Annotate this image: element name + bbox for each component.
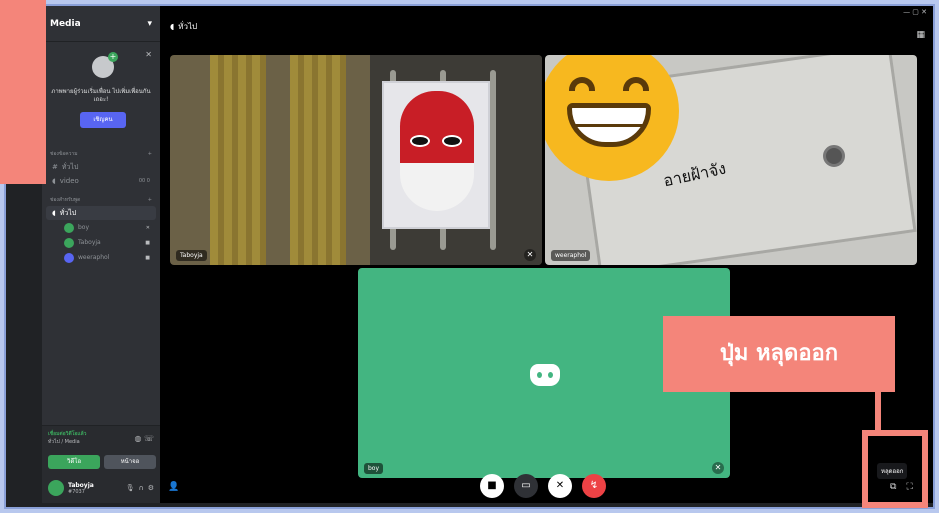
user-controls: 🎙 ∩ ⚙ — [126, 484, 154, 492]
emoji-eye — [623, 77, 649, 91]
discord-logo-icon — [530, 364, 560, 386]
video-button[interactable]: วิดีโอ — [48, 455, 100, 469]
grid-layout-icon[interactable]: ▦ — [916, 30, 925, 40]
channel-text-general[interactable]: # ทั่วไป — [42, 160, 160, 174]
close-icon[interactable]: ✕ — [145, 50, 152, 59]
channel-voice-video[interactable]: ◖ video 00 0 — [42, 174, 160, 188]
speaker-icon: ◖ — [52, 209, 56, 217]
screen-share-icon: ▭ — [521, 480, 531, 491]
leave-call-icon: ↯ — [589, 480, 599, 491]
call-controls: ■ ▭ ✕ ↯ — [160, 472, 933, 502]
annotation-highlight — [862, 430, 928, 508]
category-label: ช่องสำหรับพูด — [50, 197, 81, 203]
username: Taboyja — [68, 481, 94, 489]
user-limit-badge: 00 0 — [138, 178, 150, 184]
emoji-mouth — [567, 103, 651, 147]
logo-eye — [537, 372, 542, 378]
server-name: Media — [50, 18, 81, 29]
server-header[interactable]: Media ▾ — [42, 6, 160, 42]
invite-card: ✕ + ภาพพายผู้ร่วมเริ่มเพื่อน ไปเพิ่มเพื่… — [42, 42, 160, 142]
hash-icon: # — [52, 163, 58, 171]
channel-header: ◖ ทั่วไป — [160, 6, 933, 46]
gear-icon[interactable]: ⚙ — [148, 484, 154, 492]
member-name: boy — [78, 224, 90, 231]
mask-eye — [442, 135, 462, 147]
speaker-icon: ◖ — [52, 177, 56, 185]
screen-share-button[interactable]: หน้าจอ — [104, 455, 156, 469]
mic-off-icon: ✕ — [555, 480, 565, 491]
invite-button[interactable]: เชิญคน — [80, 112, 126, 128]
category-voice-channels[interactable]: ช่องสำหรับพูด + — [42, 194, 160, 206]
voice-member[interactable]: weeraphol ■ — [42, 250, 160, 265]
curtain — [210, 55, 266, 265]
disconnect-icon[interactable]: ◍ ☏ — [134, 434, 154, 443]
avatar — [64, 222, 74, 233]
channel-label: ทั่วไป — [59, 208, 77, 217]
chevron-down-icon: ▾ — [147, 18, 152, 29]
channel-label: video — [59, 177, 79, 185]
mute-button[interactable]: ✕ — [548, 474, 572, 498]
grille-bar — [490, 70, 496, 250]
mic-off-icon: ✕ — [524, 249, 536, 261]
video-tile-weeraphol[interactable]: อายฝ้าจัง weeraphol — [545, 55, 917, 265]
mic-off-icon: ✕ — [145, 224, 150, 231]
video-tile-taboyja[interactable]: Taboyja ✕ — [170, 55, 542, 265]
add-channel-icon[interactable]: + — [148, 151, 152, 157]
camera-button[interactable]: ■ — [480, 474, 504, 498]
emoji-eye — [569, 77, 595, 91]
avatar — [64, 252, 74, 263]
category-text-channels[interactable]: ช่องข้อความ + — [42, 148, 160, 160]
voice-connection-panel: เชื่อมต่อวิดีโอแล้ว ทั่วไป / Media ◍ ☏ ว… — [42, 425, 160, 473]
opera-mask-image — [382, 81, 490, 229]
channel-sidebar: Media ▾ ✕ + ภาพพายผู้ร่วมเริ่มเพื่อน ไปเ… — [42, 6, 160, 503]
participant-label: Taboyja — [176, 250, 207, 261]
member-name: Taboyja — [78, 239, 101, 246]
participant-label: weeraphol — [551, 250, 591, 261]
user-tag: #7037 — [68, 488, 85, 495]
avatar[interactable] — [48, 480, 64, 496]
member-name: weeraphol — [78, 254, 110, 261]
invite-text: ภาพพายผู้ร่วมเริ่มเพื่อน ไปเพิ่มเพื่อนกั… — [51, 88, 151, 103]
mic-icon[interactable]: 🎙 — [126, 484, 135, 492]
screen-share-button[interactable]: ▭ — [514, 474, 538, 498]
mask-face — [400, 91, 474, 211]
voice-member[interactable]: boy ✕ — [42, 220, 160, 235]
annotation-left-marker — [0, 0, 46, 184]
mask-eye — [410, 135, 430, 147]
speaker-icon: ◖ — [170, 21, 175, 31]
user-info: Taboyja #7037 — [68, 482, 94, 495]
headphones-icon[interactable]: ∩ — [139, 484, 144, 492]
channel-voice-general[interactable]: ◖ ทั่วไป — [46, 206, 156, 220]
add-user-icon[interactable]: 👤 — [168, 482, 179, 492]
camera-icon: ■ — [487, 480, 497, 491]
annotation-label: ปุ่ม หลุดออก — [663, 316, 895, 392]
plus-icon: + — [108, 52, 118, 62]
voice-buttons: วิดีโอ หน้าจอ — [48, 455, 156, 469]
door-knob — [823, 145, 845, 167]
channel-title: ทั่วไป — [178, 21, 198, 31]
voice-member[interactable]: Taboyja ■ — [42, 235, 160, 250]
user-panel: Taboyja #7037 🎙 ∩ ⚙ — [42, 473, 160, 503]
camera-icon: ■ — [145, 254, 150, 261]
window-controls[interactable]: — ▢ ✕ — [903, 8, 927, 16]
annotation-connector — [875, 390, 881, 434]
camera-icon: ■ — [145, 239, 150, 246]
channel-label: ทั่วไป — [61, 162, 79, 171]
logo-eye — [548, 372, 553, 378]
category-label: ช่องข้อความ — [50, 151, 78, 157]
emoji-teeth — [572, 124, 646, 127]
curtain — [290, 55, 346, 265]
add-channel-icon[interactable]: + — [148, 197, 152, 203]
leave-call-button[interactable]: ↯ — [582, 474, 606, 498]
video-call-area: ◖ ทั่วไป — ▢ ✕ ▦ Taboyja ✕ อายฝ้าจัง wee… — [160, 6, 933, 503]
avatar — [64, 237, 74, 248]
